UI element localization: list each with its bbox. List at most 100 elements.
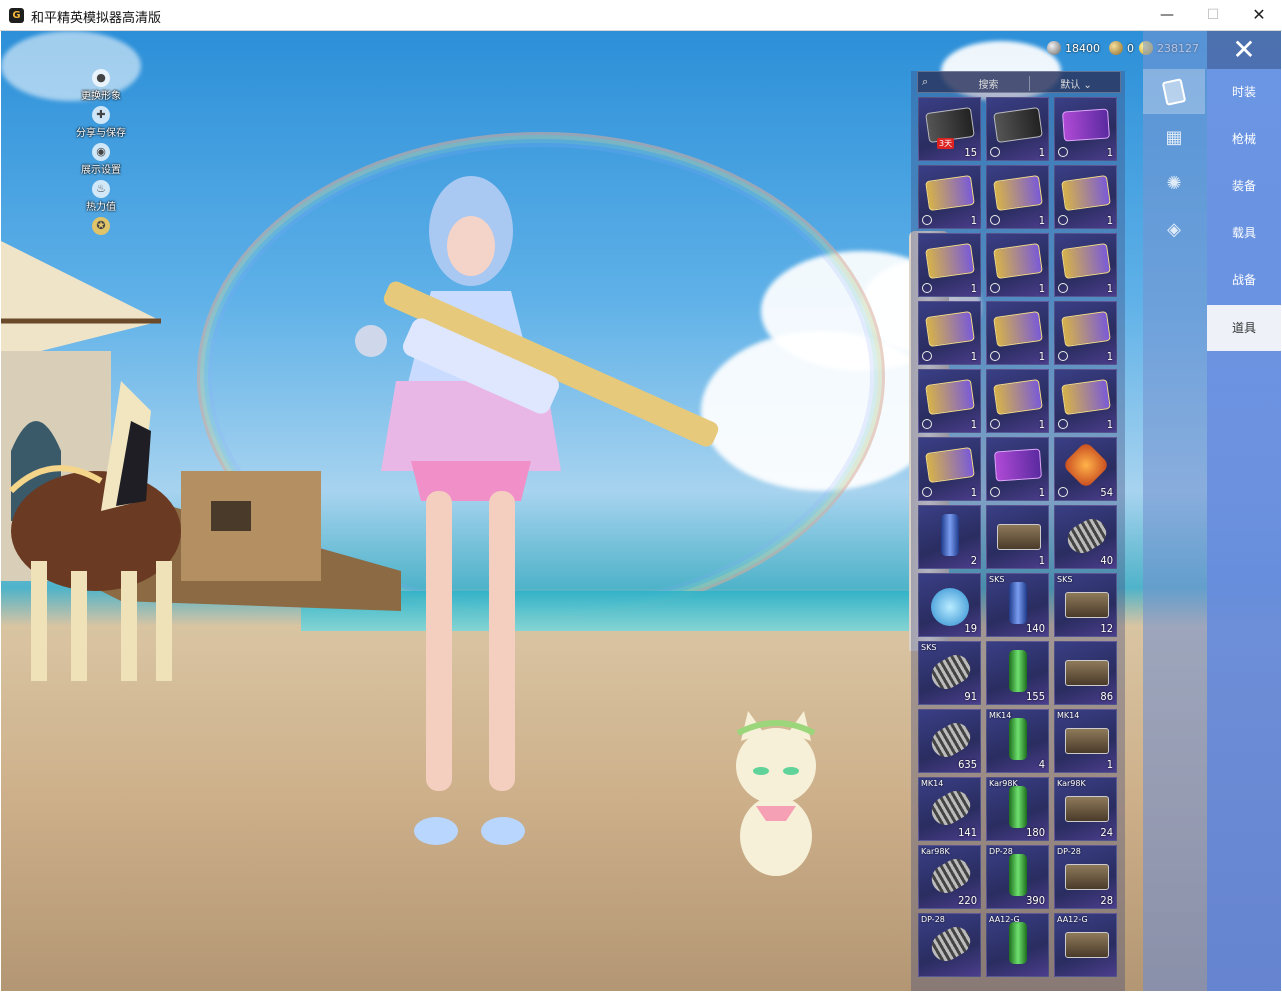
search-icon: ⌕	[922, 75, 929, 88]
flame-icon: ♨	[92, 180, 110, 198]
item-thumbnail	[1009, 786, 1027, 828]
side-item-share[interactable]: ✚ 分享与保存	[61, 106, 141, 143]
category-combat-prep[interactable]: 战备	[1207, 257, 1281, 303]
inventory-item[interactable]: 19	[918, 573, 981, 637]
inventory-item[interactable]: 2	[918, 505, 981, 569]
item-count: 91	[964, 690, 977, 703]
item-thumbnail	[925, 378, 975, 416]
item-weapon-tag: MK14	[921, 779, 944, 788]
inventory-item[interactable]: 1	[1054, 165, 1117, 229]
category-equipment[interactable]: 装备	[1207, 163, 1281, 209]
inventory-item[interactable]: 1	[918, 233, 981, 297]
inventory-item[interactable]: DP-28	[918, 913, 981, 977]
item-weapon-tag: AA12-G	[1057, 915, 1088, 924]
side-item-label: 分享与保存	[76, 128, 126, 139]
chevron-down-icon: ⌄	[1083, 80, 1092, 91]
item-count: 635	[958, 758, 977, 771]
inventory-item[interactable]: 155	[986, 641, 1049, 705]
inventory-item[interactable]: 1	[986, 505, 1049, 569]
bronze-amount: 0	[1127, 42, 1134, 55]
item-count: 40	[1100, 554, 1113, 567]
inventory-item[interactable]: DP-28 28	[1054, 845, 1117, 909]
inventory-item[interactable]: MK14 141	[918, 777, 981, 841]
side-item-badge[interactable]: ✪	[61, 217, 141, 254]
inventory-item[interactable]: 1	[918, 165, 981, 229]
inventory-item[interactable]: Kar98K 180	[986, 777, 1049, 841]
inventory-item[interactable]: 1	[918, 301, 981, 365]
item-count: 1	[1106, 282, 1113, 295]
inventory-item[interactable]: 1	[1054, 301, 1117, 365]
item-weapon-tag: DP-28	[921, 915, 945, 924]
inventory-item[interactable]: 1	[918, 437, 981, 501]
category-items[interactable]: 道具	[1207, 305, 1281, 351]
inventory-item[interactable]: 1	[1054, 233, 1117, 297]
subtab-tickets[interactable]: ◈	[1143, 207, 1205, 252]
inventory-item[interactable]: AA12-G	[1054, 913, 1117, 977]
minimize-button[interactable]: —	[1144, 0, 1190, 31]
item-count: 1	[1038, 418, 1045, 431]
item-thumbnail	[1062, 513, 1112, 559]
item-count: 1	[1106, 214, 1113, 227]
sort-dropdown[interactable]: 默认 ⌄	[1036, 76, 1116, 91]
player-character	[355, 176, 719, 845]
clock-icon	[922, 351, 932, 361]
side-item-change-look[interactable]: ● 更换形象	[61, 69, 141, 106]
category-outfits[interactable]: 时装	[1207, 69, 1281, 115]
window-title: 和平精英模拟器高清版	[31, 11, 162, 26]
person-icon: ●	[92, 69, 110, 87]
clock-icon	[1058, 419, 1068, 429]
subtab-calendar[interactable]: ▦	[1143, 115, 1205, 160]
inventory-item[interactable]: 1	[986, 233, 1049, 297]
inventory-item[interactable]: 635	[918, 709, 981, 773]
inventory-item[interactable]: AA12-G	[986, 913, 1049, 977]
inventory-item[interactable]: MK14 4	[986, 709, 1049, 773]
inventory-item[interactable]: SKS 140	[986, 573, 1049, 637]
item-thumbnail	[926, 853, 976, 899]
inventory-item[interactable]: 1	[986, 301, 1049, 365]
inventory-item[interactable]: Kar98K 220	[918, 845, 981, 909]
inventory-item[interactable]: 3天 15	[918, 97, 981, 161]
category-vehicles[interactable]: 载具	[1207, 210, 1281, 256]
sparkle-icon: ✺	[1166, 173, 1182, 194]
item-thumbnail	[997, 524, 1041, 550]
inventory-item[interactable]: Kar98K 24	[1054, 777, 1117, 841]
inventory-item[interactable]: DP-28 390	[986, 845, 1049, 909]
search-bar[interactable]: ⌕ 搜索 默认 ⌄	[917, 71, 1121, 93]
inventory-item[interactable]: 40	[1054, 505, 1117, 569]
close-window-button[interactable]: ✕	[1236, 0, 1282, 31]
item-thumbnail	[1062, 108, 1110, 142]
inventory-item[interactable]: 1	[918, 369, 981, 433]
inventory-item[interactable]: 1	[986, 97, 1049, 161]
category-guns[interactable]: 枪械	[1207, 116, 1281, 162]
side-item-display-settings[interactable]: ◉ 展示设置	[61, 143, 141, 180]
item-thumbnail	[993, 310, 1043, 348]
inventory-item[interactable]: 1	[1054, 97, 1117, 161]
item-weapon-tag: DP-28	[1057, 847, 1081, 856]
item-count: 155	[1026, 690, 1045, 703]
inventory-item[interactable]: SKS 91	[918, 641, 981, 705]
inventory-item[interactable]: 1	[1054, 369, 1117, 433]
side-item-heat-value[interactable]: ♨ 热力值	[61, 180, 141, 217]
inventory-item[interactable]: 1	[986, 437, 1049, 501]
subtab-items[interactable]	[1143, 69, 1205, 114]
inventory-item[interactable]: MK14 1	[1054, 709, 1117, 773]
inventory-item[interactable]: 1	[986, 165, 1049, 229]
inventory-item[interactable]: 1	[986, 369, 1049, 433]
sort-label: 默认	[1060, 80, 1081, 91]
item-weapon-tag: MK14	[989, 711, 1012, 720]
item-count: 1	[970, 282, 977, 295]
pet-companion	[736, 711, 816, 876]
item-thumbnail	[1065, 660, 1109, 686]
game-viewport[interactable]: ● 更换形象 ✚ 分享与保存 ◉ 展示设置 ♨ 热力值 ✪ 18400 0 2 3…	[1, 31, 1281, 991]
title-bar: G 和平精英模拟器高清版 — ☐ ✕	[0, 0, 1282, 31]
app-icon: G	[9, 8, 24, 23]
inventory-item[interactable]: SKS 12	[1054, 573, 1117, 637]
eye-icon: ◉	[92, 143, 110, 161]
search-input[interactable]: 搜索	[948, 76, 1030, 91]
subtab-effects[interactable]: ✺	[1143, 161, 1205, 206]
inventory-item[interactable]: 86	[1054, 641, 1117, 705]
item-count: 54	[1100, 486, 1113, 499]
close-panel-icon[interactable]: ✕	[1207, 31, 1281, 69]
inventory-item[interactable]: 54	[1054, 437, 1117, 501]
maximize-button[interactable]: ☐	[1190, 0, 1236, 31]
